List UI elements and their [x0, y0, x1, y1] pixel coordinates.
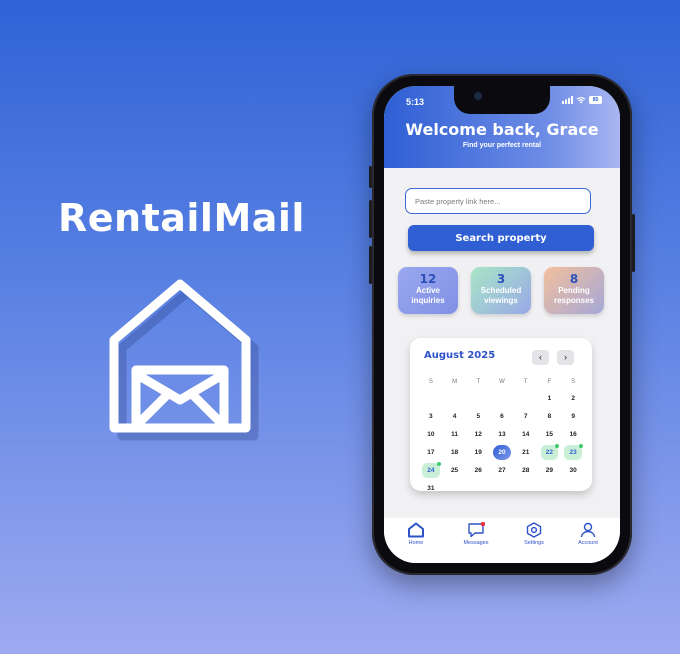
calendar-day[interactable]: 15 [541, 427, 559, 442]
calendar-day[interactable]: 8 [541, 409, 559, 424]
calendar-weekday: S [571, 379, 576, 385]
calendar-day[interactable]: 9 [564, 409, 582, 424]
calendar-weekday: W [499, 379, 505, 385]
tab-account[interactable]: Account [564, 522, 612, 546]
stat-value: 12 [419, 272, 437, 286]
bottom-tab-bar: Home Messages Settings Account [384, 518, 620, 563]
wifi-icon [576, 97, 586, 104]
calendar-widget: August 2025 ‹ › S M T W T F S 1 2 3 4 5 6 7 8 9 10 11 12 13… [410, 338, 592, 492]
phone-frame: 5:13 85 Welcome back, Grace Find your pe… [369, 74, 635, 575]
stat-value: 3 [496, 272, 506, 286]
calendar-day[interactable]: 31 [422, 481, 440, 496]
calendar-day[interactable]: 3 [422, 409, 440, 424]
home-icon [408, 522, 424, 538]
welcome-title: Welcome back, Grace [405, 120, 599, 139]
welcome-subtitle: Find your perfect rental [462, 142, 542, 149]
stat-label: Pending responses [553, 286, 595, 305]
calendar-day[interactable]: 17 [422, 445, 440, 460]
calendar-day[interactable]: 1 [541, 391, 559, 406]
calendar-day-viewing[interactable]: 23 [564, 444, 583, 460]
calendar-month-label: August 2025 [424, 350, 496, 361]
calendar-day[interactable]: 16 [564, 427, 582, 442]
calendar-day[interactable]: 26 [469, 463, 487, 478]
calendar-day[interactable]: 30 [564, 463, 582, 478]
calendar-day-viewing[interactable]: 22 [540, 444, 559, 460]
message-icon [468, 522, 485, 538]
stat-card-pending-responses[interactable]: 8 Pending responses [544, 267, 604, 314]
calendar-day[interactable]: 2 [564, 391, 582, 406]
calendar-day[interactable]: 10 [422, 427, 440, 442]
tab-settings[interactable]: Settings [510, 522, 558, 546]
calendar-weekday: F [547, 379, 552, 385]
stat-card-scheduled-viewings[interactable]: 3 Scheduled viewings [471, 267, 531, 314]
calendar-day[interactable]: 7 [517, 409, 535, 424]
calendar-day[interactable]: 6 [493, 409, 511, 424]
calendar-day[interactable]: 27 [493, 463, 511, 478]
calendar-day[interactable]: 11 [446, 427, 464, 442]
calendar-weekday: T [476, 379, 481, 385]
tab-home[interactable]: Home [392, 522, 440, 546]
calendar-blank [422, 391, 440, 406]
calendar-day[interactable]: 21 [517, 445, 535, 460]
calendar-day[interactable]: 29 [541, 463, 559, 478]
calendar-weekday: S [428, 379, 433, 385]
calendar-day-viewing[interactable]: 24 [422, 462, 441, 478]
stat-value: 8 [569, 272, 579, 286]
status-icons: 85 [562, 96, 602, 104]
tab-label: Account [578, 540, 598, 546]
calendar-day[interactable]: 14 [517, 427, 535, 442]
chevron-right-icon: › [564, 352, 567, 362]
chevron-left-icon: ‹ [539, 352, 542, 362]
calendar-day-today[interactable]: 20 [493, 445, 511, 460]
search-property-button[interactable]: Search property [408, 225, 594, 251]
calendar-day[interactable]: 28 [517, 463, 535, 478]
stat-label: Scheduled viewings [480, 286, 522, 305]
calendar-day[interactable]: 5 [469, 409, 487, 424]
stat-label: Active inquiries [411, 286, 445, 305]
calendar-blank [446, 391, 464, 406]
calendar-prev-button[interactable]: ‹ [532, 350, 549, 365]
brand-title: RentailMail [58, 196, 305, 240]
calendar-next-button[interactable]: › [557, 350, 574, 365]
calendar-grid: S M T W T F S 1 2 3 4 5 6 7 8 9 10 11 12 13 14 15 16 17 18 19 20 21… [419, 376, 585, 496]
calendar-weekday: T [523, 379, 528, 385]
tab-label: Home [408, 540, 424, 546]
battery-icon: 85 [589, 96, 602, 104]
settings-icon [526, 522, 542, 538]
stat-card-active-inquiries[interactable]: 12 Active inquiries [398, 267, 458, 314]
calendar-day[interactable]: 19 [469, 445, 487, 460]
signal-icon [562, 96, 573, 104]
calendar-weekday: M [452, 379, 458, 385]
house-envelope-icon [109, 279, 259, 441]
calendar-blank [517, 391, 535, 406]
calendar-blank [493, 391, 511, 406]
calendar-blank [469, 391, 487, 406]
property-link-input[interactable] [405, 188, 591, 214]
notch [454, 86, 550, 114]
calendar-day[interactable]: 18 [446, 445, 464, 460]
app-screen: 5:13 85 Welcome back, Grace Find your pe… [384, 86, 620, 563]
calendar-day[interactable]: 13 [493, 427, 511, 442]
account-icon [580, 522, 596, 538]
calendar-day[interactable]: 12 [469, 427, 487, 442]
tab-label: Messages [463, 540, 489, 546]
status-time: 5:13 [406, 97, 425, 107]
tab-label: Settings [524, 540, 544, 546]
tab-messages[interactable]: Messages [452, 522, 500, 546]
calendar-day[interactable]: 4 [446, 409, 464, 424]
calendar-day[interactable]: 25 [446, 463, 464, 478]
